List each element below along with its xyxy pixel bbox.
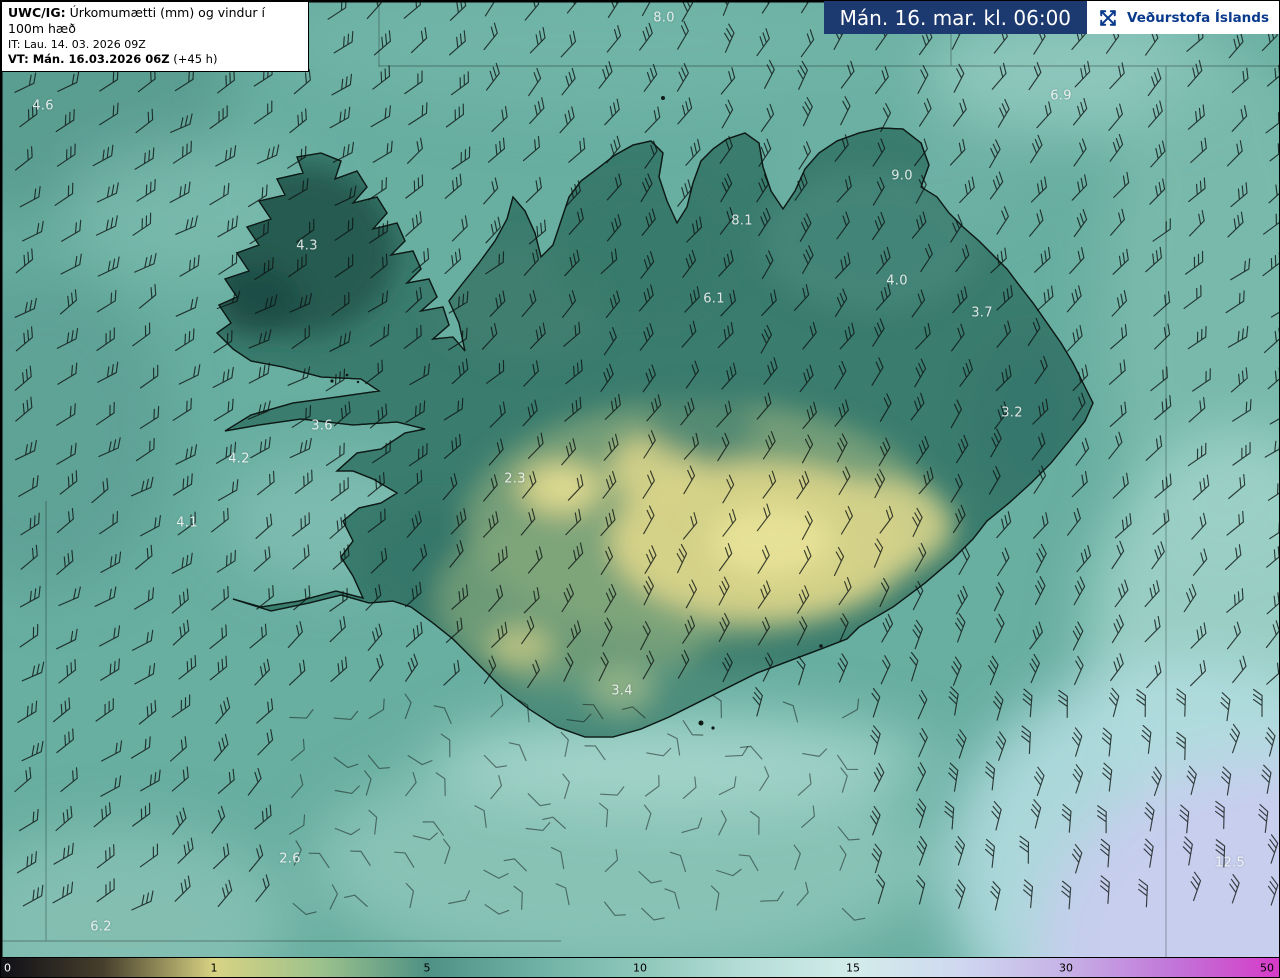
colorbar-tick-5: 5: [423, 961, 431, 974]
datetime-banner: Mán. 16. mar. kl. 06:00 Veðurstofa Íslan…: [823, 1, 1279, 34]
colorbar-tick-15: 15: [846, 961, 861, 974]
precipitation-colorbar: 0 1 5 10 15 30 50: [1, 957, 1279, 977]
precipitation-wind-map: [1, 1, 1279, 959]
info-line-valid-time: VT: Mán. 16.03.2026 06Z (+45 h): [8, 52, 301, 67]
model-id-label: UWC/IG:: [8, 5, 66, 20]
info-line-init-time: IT: Lau. 14. 03. 2026 09Z: [8, 37, 146, 51]
valid-time-offset: (+45 h): [169, 51, 218, 66]
forecast-info-box: UWC/IG: Úrkomumætti (mm) og vindur í 100…: [1, 1, 309, 72]
colorbar-tick-0: 0: [4, 961, 11, 974]
vedurstofa-logo: Veðurstofa Íslands: [1087, 1, 1279, 34]
colorbar-tick-1: 1: [210, 961, 218, 974]
info-line-title: UWC/IG: Úrkomumætti (mm) og vindur í 100…: [8, 5, 301, 38]
valid-time-bold: VT: Mán. 16.03.2026 06Z: [8, 51, 170, 66]
banner-datetime-text: Mán. 16. mar. kl. 06:00: [823, 1, 1088, 34]
colorbar-tick-10: 10: [633, 961, 647, 974]
colorbar-tick-30: 30: [1058, 961, 1073, 974]
colorbar-tick-50: 50: [1260, 961, 1274, 974]
vedurstofa-logo-icon: [1100, 9, 1116, 26]
vedurstofa-logo-text: Veðurstofa Íslands: [1127, 9, 1269, 26]
weather-map-viewport: 4.6 8.0 6.9 4.3 9.0 8.1 6.1 4.0 3.7 3.2 3.6 4.2 2.3 4…: [0, 0, 1280, 978]
